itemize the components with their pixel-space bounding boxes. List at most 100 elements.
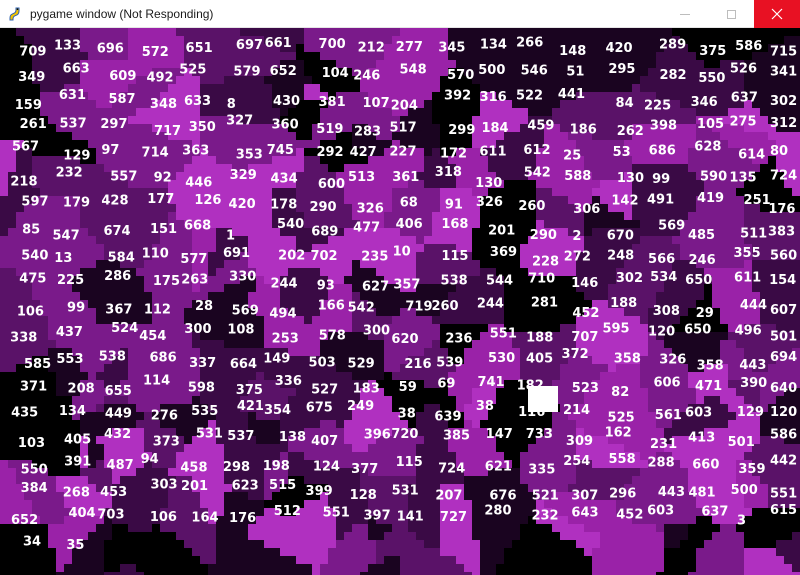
number-label: 538 [99,350,126,365]
pygame-snake-icon [9,7,20,21]
number-label: 521 [532,489,559,504]
number-label: 112 [144,303,171,318]
number-label: 306 [573,202,600,217]
number-label: 449 [105,407,132,422]
number-label: 519 [316,122,343,137]
number-label: 80 [770,144,788,159]
number-label: 373 [153,435,180,450]
number-label: 134 [59,404,86,419]
number-label: 354 [264,403,291,418]
number-label: 147 [486,427,513,442]
number-label: 492 [146,71,173,86]
game-canvas[interactable]: 709 133 696 572 651 697 661 700 212 277 345 134 266 1… [0,28,800,575]
number-label: 202 [278,249,305,264]
number-label: 686 [649,143,676,158]
number-label: 99 [652,172,670,187]
number-label: 214 [563,403,590,418]
number-label: 500 [731,483,758,498]
number-label: 358 [614,351,641,366]
number-label: 106 [17,304,44,319]
number-label: 208 [68,381,95,396]
number-label: 537 [227,429,254,444]
number-label: 700 [319,37,346,52]
number-label: 228 [532,254,559,269]
number-label: 375 [699,44,726,59]
number-label: 260 [518,199,545,214]
number-label: 172 [440,147,467,162]
number-label: 540 [21,248,48,263]
number-label: 551 [490,327,517,342]
number-label: 216 [404,357,431,372]
number-label: 280 [484,504,511,519]
number-label: 345 [438,41,465,56]
number-label: 428 [101,194,128,209]
number-label: 584 [108,250,135,265]
number-label: 674 [103,224,130,239]
number-label: 381 [319,95,346,110]
maximize-icon [726,9,736,19]
number-label: 135 [729,171,756,186]
number-label: 691 [223,246,250,261]
number-label: 512 [274,504,301,519]
number-label: 640 [770,381,797,396]
number-label: 452 [616,508,643,523]
number-label: 529 [348,357,375,372]
number-label: 396 [364,428,391,443]
number-label: 531 [392,484,419,499]
number-label: 668 [184,219,211,234]
number-label: 570 [447,68,474,83]
number-label: 69 [437,376,455,391]
close-button[interactable] [754,0,800,28]
title-bar[interactable]: pygame window (Not Responding) [0,0,800,28]
number-label: 419 [697,191,724,206]
number-label: 107 [363,96,390,111]
number-label: 312 [770,116,797,131]
number-label: 709 [19,45,46,60]
number-label: 579 [233,65,260,80]
number-label: 435 [11,405,38,420]
number-label: 612 [523,143,550,158]
number-label: 430 [273,94,300,109]
number-label: 538 [441,273,468,288]
number-label: 432 [104,427,131,442]
number-label: 399 [306,484,333,499]
app-window: pygame window (Not Responding) 709 133 696… [0,0,800,575]
number-label: 530 [488,351,515,366]
number-label: 627 [362,280,389,295]
number-label: 569 [232,304,259,319]
number-label: 91 [445,198,463,213]
number-label: 266 [516,35,543,50]
number-label: 175 [153,274,180,289]
number-label: 59 [399,380,417,395]
number-label: 442 [770,453,797,468]
number-label: 290 [530,228,557,243]
number-label: 126 [194,193,221,208]
number-label: 631 [59,88,86,103]
number-label: 289 [659,38,686,53]
number-label: 212 [358,40,385,55]
number-label: 525 [179,62,206,77]
number-label: 162 [605,425,632,440]
number-label: 154 [769,273,796,288]
number-label: 300 [184,322,211,337]
number-label: 661 [265,36,292,51]
minimize-button[interactable] [662,0,708,28]
number-label: 3 [737,514,746,529]
number-label: 207 [435,488,462,503]
number-label: 201 [488,223,515,238]
number-label: 295 [608,62,635,77]
close-icon [771,8,783,20]
maximize-button[interactable] [708,0,754,28]
number-label: 720 [391,427,418,442]
number-label: 586 [735,39,762,54]
number-label: 326 [476,195,503,210]
number-label: 420 [605,41,632,56]
number-label: 503 [309,356,336,371]
number-label: 164 [191,511,218,526]
number-label: 120 [648,324,675,339]
number-label: 558 [608,452,635,467]
number-label: 275 [729,115,756,130]
number-label: 587 [108,92,135,107]
number-label: 663 [63,61,90,76]
number-label: 652 [270,64,297,79]
